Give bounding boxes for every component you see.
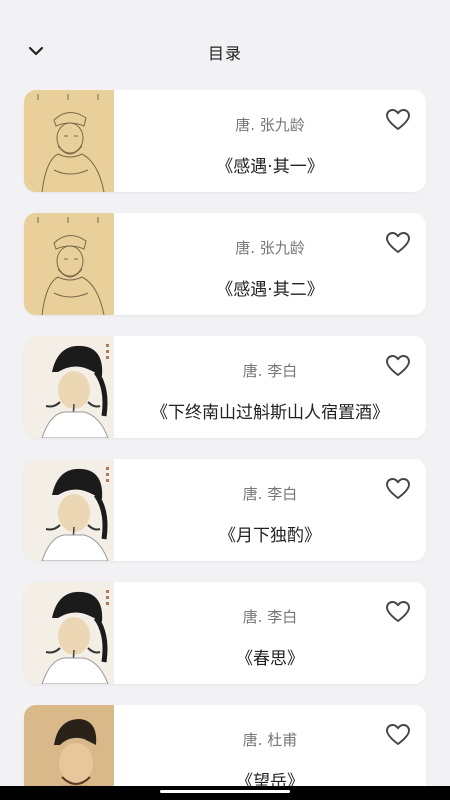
header: 目录 [0,0,450,90]
favorite-button[interactable] [384,600,412,628]
poem-card[interactable]: 唐. 李白 《月下独酌》 [24,459,426,561]
home-indicator-bar [0,786,450,800]
portrait-zhang-jiuling [24,90,114,192]
poem-card[interactable]: 唐. 张九龄 《感遇·其一》 [24,90,426,192]
heart-icon [385,108,411,136]
heart-icon [385,354,411,382]
favorite-button[interactable] [384,477,412,505]
poem-title: 《感遇·其一》 [216,157,324,177]
poem-list: 唐. 张九龄 《感遇·其一》 唐. 张九龄 《感遇·其二》 唐. 李白 《下终南… [24,90,426,800]
favorite-button[interactable] [384,108,412,136]
poem-author: 唐. 李白 [242,485,298,503]
poem-author: 唐. 张九龄 [235,239,305,257]
portrait-li-bai [24,459,114,561]
portrait-zhang-jiuling [24,213,114,315]
screen: 目录 唐. 张九龄 《感遇·其一》 唐. 张九龄 《感遇·其二》 唐. 李白 《… [0,0,450,800]
page-title: 目录 [207,44,242,63]
heart-icon [385,477,411,505]
poem-card[interactable]: 唐. 张九龄 《感遇·其二》 [24,213,426,315]
poem-author: 唐. 杜甫 [242,731,298,749]
portrait-li-bai [24,336,114,438]
poem-author: 唐. 李白 [242,362,298,380]
favorite-button[interactable] [384,231,412,259]
favorite-button[interactable] [384,354,412,382]
poem-card[interactable]: 唐. 李白 《春思》 [24,582,426,684]
poem-title: 《月下独酌》 [219,526,321,546]
heart-icon [385,231,411,259]
heart-icon [385,723,411,751]
poem-author: 唐. 张九龄 [235,116,305,134]
poem-card[interactable]: 唐. 李白 《下终南山过斛斯山人宿置酒》 [24,336,426,438]
poem-title: 《下终南山过斛斯山人宿置酒》 [151,403,389,423]
heart-icon [385,600,411,628]
poem-title: 《感遇·其二》 [216,280,324,300]
home-indicator[interactable] [160,790,290,793]
poem-author: 唐. 李白 [242,608,298,626]
favorite-button[interactable] [384,723,412,751]
portrait-li-bai [24,582,114,684]
poem-title: 《春思》 [236,649,304,669]
